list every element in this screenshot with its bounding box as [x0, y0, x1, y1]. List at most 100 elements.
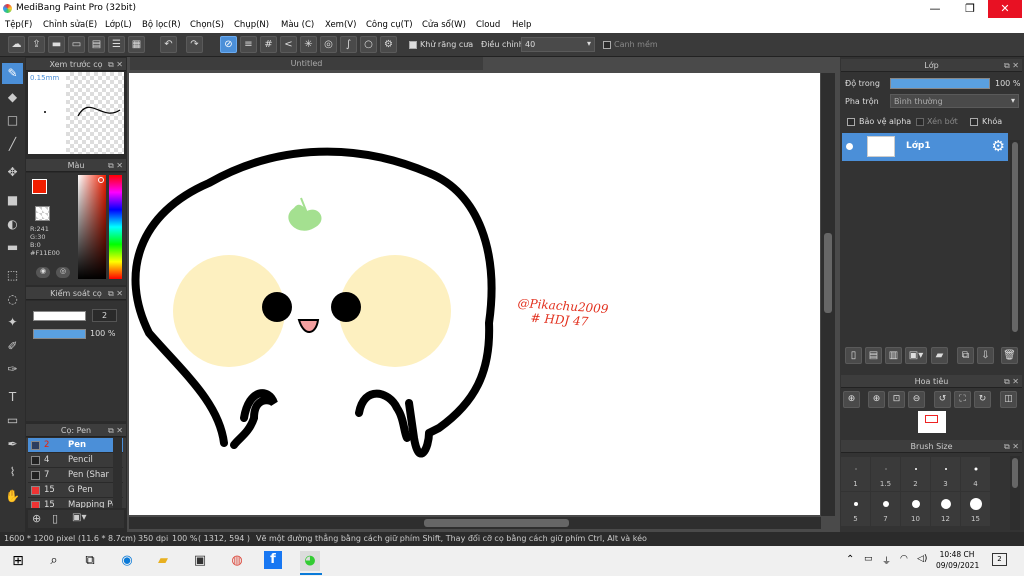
store-icon[interactable]: ▣ — [190, 551, 210, 571]
notification-icon[interactable]: 2 — [992, 553, 1007, 566]
vertical-scrollbar[interactable] — [821, 73, 835, 516]
select-pen-tool-icon[interactable]: ✐ — [2, 336, 23, 357]
brush-size-10[interactable]: 10 — [901, 492, 930, 526]
opacity-slider[interactable] — [33, 329, 86, 339]
menu-edit[interactable]: Chỉnh sửa(E) — [43, 20, 97, 30]
clock[interactable]: 10:48 CH 09/09/2021 — [936, 549, 979, 571]
medibang-taskbar-icon[interactable]: ◕ — [300, 551, 320, 571]
antialias-checkbox[interactable] — [409, 41, 417, 49]
brush-item-mapping-pen[interactable]: 15 Mapping Pen — [28, 498, 123, 508]
redo-icon[interactable]: ↷ — [186, 36, 203, 53]
zoom-in-icon[interactable]: ⊕ — [868, 391, 885, 408]
upload-icon[interactable]: ⇪ — [28, 36, 45, 53]
snap-radial-icon[interactable]: ✳ — [300, 36, 317, 53]
menu-select[interactable]: Chọn(S) — [190, 20, 224, 30]
lock-checkbox[interactable] — [970, 118, 978, 126]
menu-help[interactable]: Help — [512, 20, 531, 30]
minimize-button[interactable]: — — [918, 0, 952, 18]
eyedropper-small-icon[interactable]: ◎ — [56, 267, 70, 278]
fill-rect-tool-icon[interactable]: ■ — [2, 190, 23, 211]
flip-icon[interactable]: ◫ — [1000, 391, 1017, 408]
menu-file[interactable]: Tệp(F) — [5, 20, 32, 30]
add-brush-icon[interactable]: ⊕ — [32, 512, 41, 525]
hand-tool-icon[interactable]: ✋ — [2, 486, 23, 507]
divide-tool-icon[interactable]: ✒ — [2, 434, 23, 455]
navigator-thumbnail[interactable] — [918, 411, 946, 433]
new-layer-icon[interactable]: ▯ — [845, 347, 862, 364]
duplicate-layer-icon[interactable]: ⧉ — [957, 347, 974, 364]
color-picker-cursor[interactable] — [98, 177, 104, 183]
close-button[interactable]: ✕ — [988, 0, 1022, 18]
brush-size-12[interactable]: 12 — [931, 492, 960, 526]
lasso-tool-icon[interactable]: ◌ — [2, 289, 23, 310]
fit-window-icon[interactable]: ⛶ — [954, 391, 971, 408]
frame-tool-icon[interactable]: ▭ — [2, 410, 23, 431]
snap-off-icon[interactable]: ⊘ — [220, 36, 237, 53]
document-icon[interactable]: ▤ — [88, 36, 105, 53]
panel-close-icon[interactable]: ⧉ ✕ — [108, 58, 123, 71]
secondary-color-swatch[interactable] — [35, 206, 50, 221]
panel-close-icon[interactable]: ⧉ ✕ — [108, 424, 123, 437]
gradient-tool-icon[interactable]: ▬ — [2, 237, 23, 258]
rectangle-tool-icon[interactable]: □ — [2, 110, 23, 131]
snap-settings-icon[interactable]: ⚙ — [380, 36, 397, 53]
brush-list-scrollbar[interactable] — [113, 438, 122, 508]
eyedropper-tool-icon[interactable]: ⌇ — [2, 462, 23, 483]
maximize-button[interactable]: ❐ — [953, 0, 987, 18]
snap-concentric-icon[interactable]: ◎ — [320, 36, 337, 53]
horizontal-scroll-thumb[interactable] — [424, 519, 569, 527]
comment-icon[interactable]: ▬ — [48, 36, 65, 53]
brush-item-pen[interactable]: 2 Pen ⚙ — [28, 438, 123, 453]
snap-perspective-icon[interactable]: < — [280, 36, 297, 53]
search-icon[interactable]: ⌕ — [44, 551, 64, 571]
eraser-tool-icon[interactable]: ◆ — [2, 87, 23, 108]
add-layer-menu-icon[interactable]: ▣▾ — [905, 347, 927, 364]
list-icon[interactable]: ☰ — [108, 36, 125, 53]
horizontal-scrollbar[interactable] — [129, 517, 821, 529]
folder-icon[interactable]: ▰ — [931, 347, 948, 364]
brush-size-5[interactable]: 5 — [841, 492, 870, 526]
brush-item-pencil[interactable]: 4 Pencil — [28, 453, 123, 468]
brush-size-1[interactable]: 1 — [841, 457, 870, 491]
undo-icon[interactable]: ↶ — [160, 36, 177, 53]
actual-size-icon[interactable]: ⊡ — [888, 391, 905, 408]
menu-layer[interactable]: Lớp(L) — [105, 20, 132, 30]
snap-grid-icon[interactable]: # — [260, 36, 277, 53]
menu-cloud[interactable]: Cloud — [476, 20, 500, 30]
zoom-out-icon[interactable]: ⊖ — [908, 391, 925, 408]
size-input[interactable]: 2 — [92, 309, 117, 322]
panel-close-icon[interactable]: ⧉ ✕ — [1004, 59, 1019, 72]
magic-wand-tool-icon[interactable]: ✦ — [2, 312, 23, 333]
facebook-icon[interactable]: f — [264, 551, 282, 569]
rotate-right-icon[interactable]: ↻ — [974, 391, 991, 408]
drawing-canvas[interactable]: @Pikachu2009 # HDJ 47 — [129, 73, 820, 515]
brush-size-7[interactable]: 7 — [871, 492, 900, 526]
hue-slider[interactable] — [109, 175, 122, 279]
protect-alpha-checkbox[interactable] — [847, 118, 855, 126]
text-tool-icon[interactable]: T — [2, 387, 23, 408]
menu-view[interactable]: Xem(V) — [325, 20, 356, 30]
zoom-fit-icon[interactable]: ⊕ — [843, 391, 860, 408]
brush-size-15[interactable]: 15 — [961, 492, 990, 526]
brush-menu-icon[interactable]: ▣▾ — [72, 512, 86, 523]
cloud-icon[interactable]: ☁ — [8, 36, 25, 53]
rotate-left-icon[interactable]: ↺ — [934, 391, 951, 408]
navigator-viewport[interactable] — [925, 415, 938, 423]
usb-icon[interactable]: ⏚ — [882, 554, 891, 567]
menu-color[interactable]: Màu (C) — [281, 20, 314, 30]
brush-size-scroll-thumb[interactable] — [1012, 458, 1018, 488]
task-view-icon[interactable]: ⧉ — [80, 551, 100, 571]
wifi-icon[interactable]: ◠ — [900, 554, 908, 564]
layer-scroll-thumb[interactable] — [1012, 142, 1018, 332]
edge-browser-icon[interactable]: ◉ — [117, 551, 137, 571]
adjust-select[interactable]: 40 ▾ — [521, 37, 595, 52]
panel-close-icon[interactable]: ⧉ ✕ — [1004, 440, 1019, 453]
new-8bit-layer-icon[interactable]: ▥ — [885, 347, 902, 364]
chat-icon[interactable]: ▭ — [68, 36, 85, 53]
delete-layer-icon[interactable]: 🗑 — [1001, 347, 1018, 364]
menu-capture[interactable]: Chụp(N) — [234, 20, 269, 30]
grid-icon[interactable]: ▦ — [128, 36, 145, 53]
gear-icon[interactable]: ⚙ — [992, 137, 1005, 155]
layer-opacity-slider[interactable] — [890, 78, 990, 89]
bucket-tool-icon[interactable]: ◐ — [2, 214, 23, 235]
